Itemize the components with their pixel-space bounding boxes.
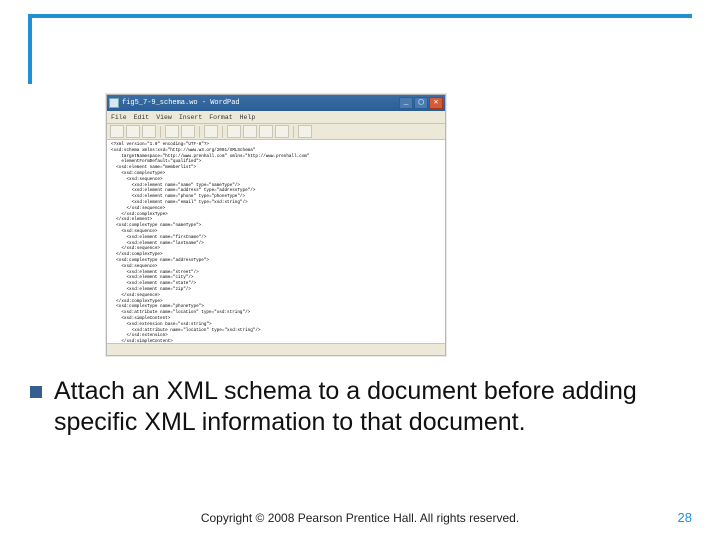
tool-find-icon[interactable] — [204, 125, 218, 138]
toolbar-separator — [293, 126, 294, 138]
tool-cut-icon[interactable] — [227, 125, 241, 138]
editor-code-body: <?xml version="1.0" encoding="UTF-8"?> <… — [107, 140, 445, 343]
page-number: 28 — [678, 510, 692, 525]
tool-save-icon[interactable] — [142, 125, 156, 138]
bullet-item: Attach an XML schema to a document befor… — [30, 376, 690, 437]
close-button[interactable]: ✕ — [429, 97, 443, 109]
editor-statusbar — [107, 343, 445, 355]
window-buttons: _ ▢ ✕ — [399, 97, 443, 109]
menu-edit[interactable]: Edit — [134, 114, 150, 121]
tool-preview-icon[interactable] — [181, 125, 195, 138]
accent-left-bar — [28, 14, 32, 84]
toolbar-separator — [160, 126, 161, 138]
tool-copy-icon[interactable] — [243, 125, 257, 138]
copyright-footer: Copyright © 2008 Pearson Prentice Hall. … — [0, 511, 720, 525]
maximize-button[interactable]: ▢ — [414, 97, 428, 109]
editor-menubar: File Edit View Insert Format Help — [107, 111, 445, 124]
menu-insert[interactable]: Insert — [179, 114, 202, 121]
bullet-square-icon — [30, 386, 42, 398]
embedded-editor-screenshot: fig5_7-9_schema.wo - WordPad _ ▢ ✕ File … — [106, 94, 446, 356]
slide: fig5_7-9_schema.wo - WordPad _ ▢ ✕ File … — [0, 0, 720, 540]
tool-undo-icon[interactable] — [275, 125, 289, 138]
tool-paste-icon[interactable] — [259, 125, 273, 138]
accent-top-bar — [28, 14, 692, 18]
tool-new-icon[interactable] — [110, 125, 124, 138]
bullet-text: Attach an XML schema to a document befor… — [54, 376, 690, 437]
toolbar-separator — [222, 126, 223, 138]
menu-format[interactable]: Format — [209, 114, 232, 121]
tool-date-icon[interactable] — [298, 125, 312, 138]
wordpad-icon — [109, 98, 119, 108]
menu-view[interactable]: View — [156, 114, 172, 121]
menu-file[interactable]: File — [111, 114, 127, 121]
toolbar-separator — [199, 126, 200, 138]
editor-titlebar: fig5_7-9_schema.wo - WordPad _ ▢ ✕ — [107, 95, 445, 111]
tool-print-icon[interactable] — [165, 125, 179, 138]
menu-help[interactable]: Help — [240, 114, 256, 121]
tool-open-icon[interactable] — [126, 125, 140, 138]
editor-title: fig5_7-9_schema.wo - WordPad — [122, 99, 240, 107]
minimize-button[interactable]: _ — [399, 97, 413, 109]
editor-toolbar — [107, 124, 445, 140]
